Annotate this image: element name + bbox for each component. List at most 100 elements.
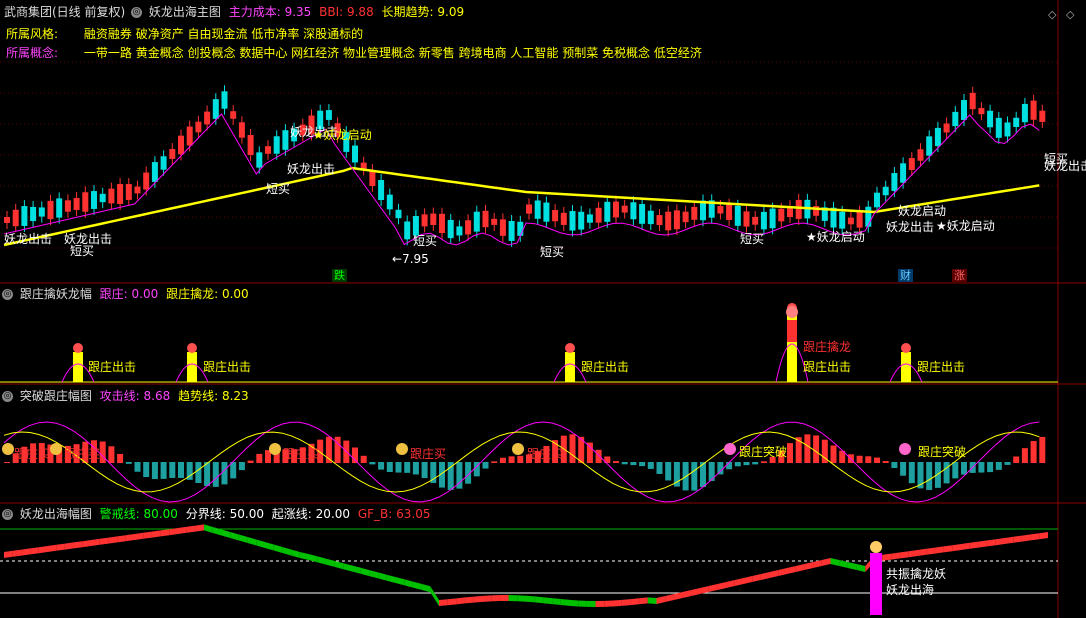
histogram-bar: [647, 462, 654, 469]
momentum-band: [117, 535, 126, 543]
candle-body: [613, 201, 619, 218]
histogram-bar: [630, 462, 637, 466]
momentum-band: [604, 600, 613, 607]
momentum-band: [682, 590, 692, 598]
candle-body: [369, 170, 376, 186]
histogram-bar: [378, 462, 385, 470]
histogram-bar: [978, 462, 985, 473]
candle-body: [151, 162, 158, 182]
momentum-band: [64, 542, 74, 550]
momentum-band: [386, 574, 396, 583]
momentum-band: [169, 528, 178, 536]
candle-body: [969, 92, 976, 110]
momentum-band: [299, 552, 309, 560]
momentum-band: [195, 524, 205, 532]
histogram-bar: [613, 461, 619, 463]
histogram-bar: [108, 446, 115, 463]
momentum-band: [926, 547, 935, 555]
momentum-band: [691, 588, 700, 596]
pane4-title[interactable]: 妖龙出海幅图: [20, 507, 92, 521]
diamond-icon: [565, 343, 575, 353]
histogram-bar: [639, 462, 646, 467]
momentum-band: [978, 540, 988, 548]
candle-body: [961, 100, 967, 120]
momentum-band: [421, 583, 431, 593]
momentum-band: [230, 532, 239, 541]
candle-body: [404, 221, 411, 240]
money-bag-icon: [870, 541, 882, 553]
signal-label: 跟庄出击: [803, 360, 852, 374]
money-bag-icon: [512, 443, 524, 455]
momentum-band: [760, 572, 770, 580]
toggle-icon[interactable]: ◎: [2, 289, 13, 300]
candle-body: [47, 200, 54, 220]
candle-body: [178, 135, 184, 155]
pane4-field4-label: GF_B:: [357, 507, 393, 521]
signal-bar: [73, 352, 83, 382]
histogram-bar: [369, 462, 376, 465]
event-tag-zhang[interactable]: 涨: [952, 269, 967, 282]
candle-body: [386, 194, 393, 210]
candle-body: [160, 156, 167, 170]
histogram-bar: [151, 462, 158, 480]
signal-bar: [565, 352, 575, 382]
candle-body: [1013, 117, 1020, 127]
candle-body: [108, 188, 115, 204]
candle-body: [99, 193, 106, 203]
candle-body: [900, 163, 907, 183]
candle-body: [230, 111, 237, 119]
histogram-bar: [595, 449, 602, 463]
toggle-icon[interactable]: ◎: [2, 391, 13, 402]
histogram-bar: [813, 435, 820, 463]
histogram-bar: [195, 462, 202, 484]
momentum-band: [473, 595, 483, 603]
pane3-title[interactable]: 突破跟庄幅图: [20, 389, 92, 403]
histogram-bar: [247, 460, 254, 463]
histogram-bar: [491, 461, 498, 463]
candle-body: [517, 221, 524, 236]
momentum-band: [186, 525, 196, 533]
money-bag-icon: [2, 443, 14, 455]
candle-body: [473, 211, 480, 232]
momentum-band: [595, 600, 605, 607]
candle-body: [952, 111, 959, 127]
histogram-bar: [586, 442, 593, 463]
momentum-band: [47, 544, 57, 552]
signal-label: 妖龙出击: [287, 162, 336, 176]
momentum-band: [439, 599, 448, 606]
money-bag-icon: [269, 443, 281, 455]
candle-body: [760, 211, 767, 230]
histogram-bar: [178, 462, 184, 478]
histogram-bar: [482, 462, 489, 469]
histogram-bar: [1030, 441, 1037, 463]
candle-body: [586, 214, 593, 223]
histogram-bar: [447, 462, 454, 490]
candle-body: [73, 197, 80, 211]
candle-body: [569, 211, 576, 231]
low-price-label: ←7.95: [392, 252, 429, 266]
candle-body: [91, 191, 97, 209]
candle-body: [195, 121, 202, 133]
money-bag-icon: [396, 443, 408, 455]
momentum-band: [656, 596, 666, 604]
histogram-bar: [787, 443, 793, 463]
histogram-bar: [900, 462, 907, 476]
histogram-bar: [891, 462, 898, 469]
candle-body: [186, 126, 193, 146]
histogram-bar: [430, 462, 437, 483]
event-tag-cai[interactable]: 财: [898, 269, 913, 282]
candle-body: [534, 200, 541, 219]
histogram-bar: [1013, 456, 1020, 463]
signal-label: 跟庄出击: [203, 360, 252, 374]
histogram-bar: [856, 455, 863, 463]
candle-body: [769, 208, 776, 229]
histogram-bar: [865, 456, 872, 463]
momentum-band: [1013, 535, 1022, 543]
histogram-bar: [160, 462, 167, 479]
pane2-title[interactable]: 跟庄擒妖龙幅: [20, 287, 92, 301]
toggle-icon[interactable]: ◎: [2, 509, 13, 520]
momentum-band: [917, 548, 927, 556]
event-tag-die[interactable]: 跌: [332, 269, 347, 282]
histogram-bar: [1039, 436, 1046, 463]
money-bag-icon: [786, 306, 798, 318]
